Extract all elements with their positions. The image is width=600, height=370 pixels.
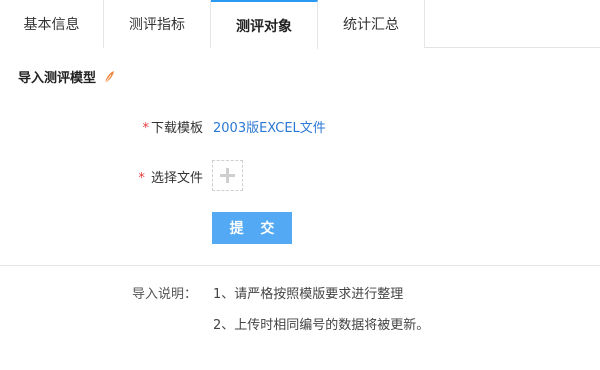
required-mark: * xyxy=(138,171,145,186)
import-note-1: 1、请严格按照模版要求进行整理 xyxy=(213,287,404,302)
section-title-text: 导入测评模型 xyxy=(18,71,97,86)
tab-statistics-summary[interactable]: 统计汇总 xyxy=(318,0,425,48)
file-upload-button[interactable] xyxy=(212,160,243,191)
required-mark: * xyxy=(142,121,149,136)
download-template-label: * 下载模板 xyxy=(63,117,203,136)
tab-basic-info[interactable]: 基本信息 xyxy=(0,0,104,48)
section-title: 导入测评模型 xyxy=(18,67,116,86)
download-template-link[interactable]: 2003版EXCEL文件 xyxy=(213,117,326,136)
download-template-label-text: 下载模板 xyxy=(150,121,203,136)
plus-icon xyxy=(220,168,235,183)
submit-button[interactable]: 提 交 xyxy=(212,212,292,244)
select-file-label-text: 选择文件 xyxy=(150,171,203,186)
divider xyxy=(0,265,600,266)
import-note-2: 2、上传时相同编号的数据将被更新。 xyxy=(213,318,430,333)
tab-evaluation-targets[interactable]: 测评对象 xyxy=(211,0,318,49)
select-file-label: * 选择文件 xyxy=(63,167,203,186)
tab-evaluation-indicators[interactable]: 测评指标 xyxy=(104,0,211,48)
import-notes-label: 导入说明： xyxy=(132,287,198,302)
tab-bar: 基本信息 测评指标 测评对象 统计汇总 xyxy=(0,0,600,49)
feather-icon xyxy=(102,70,116,84)
